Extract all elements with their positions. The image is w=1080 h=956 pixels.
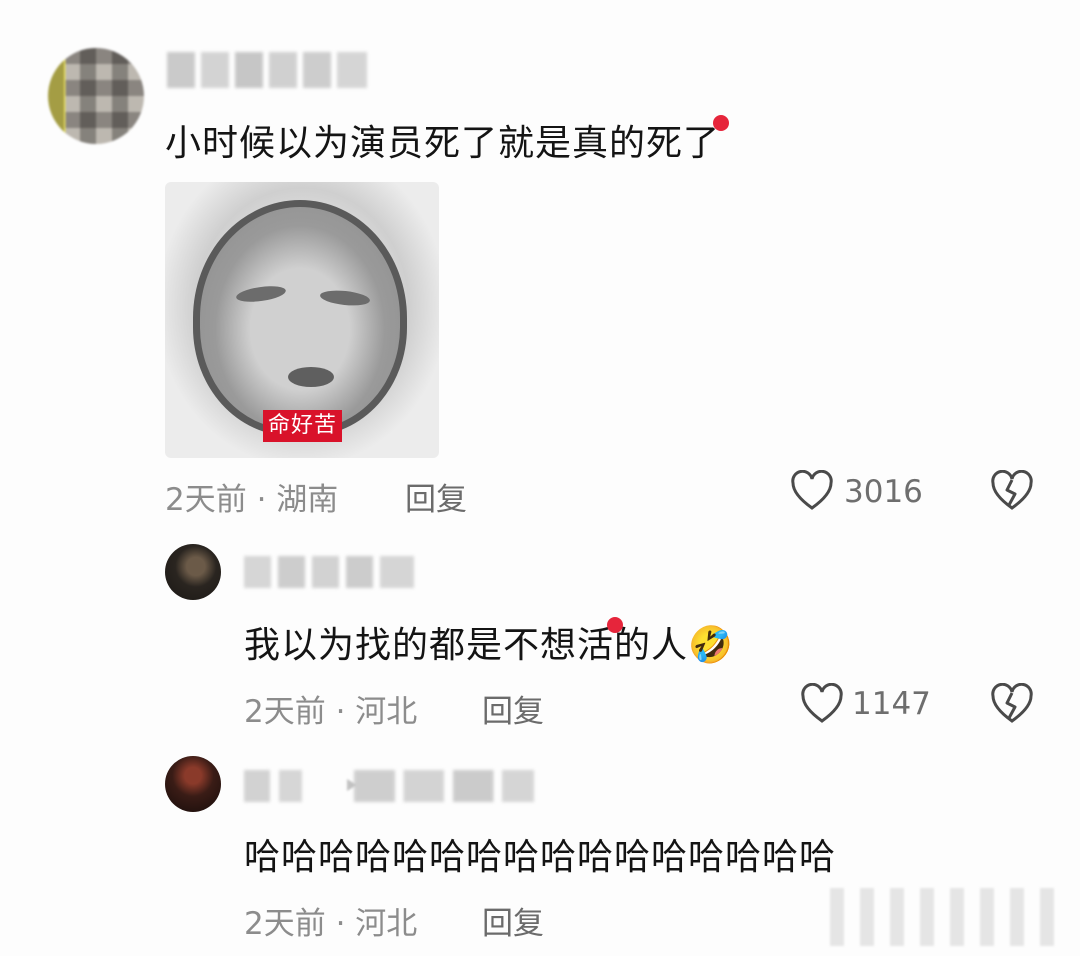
comment-text: 哈哈哈哈哈哈哈哈哈哈哈哈哈哈哈哈 bbox=[244, 837, 837, 878]
reply-button[interactable]: 回复 bbox=[482, 686, 544, 731]
avatar[interactable] bbox=[165, 756, 221, 812]
red-dot-marker bbox=[713, 115, 729, 131]
like-count: 1147 bbox=[852, 686, 931, 722]
heart-outline-icon[interactable] bbox=[790, 470, 834, 512]
rofl-emoji: 🤣 bbox=[688, 625, 734, 666]
like-count: 3016 bbox=[844, 474, 923, 510]
username-blurred[interactable] bbox=[244, 556, 414, 588]
heart-outline-icon[interactable] bbox=[800, 683, 844, 725]
red-dot-marker bbox=[607, 617, 623, 633]
broken-heart-icon[interactable] bbox=[990, 683, 1034, 725]
comment-text: 小时候以为演员死了就是真的死了 bbox=[165, 123, 721, 164]
comment-meta: 2天前 · 湖南 bbox=[165, 482, 339, 518]
reply-button[interactable]: 回复 bbox=[405, 474, 467, 519]
comment-text: 我以为找的都是不想活的人🤣 bbox=[244, 625, 734, 666]
comment-meta: 2天前 · 河北 bbox=[244, 694, 418, 730]
avatar[interactable] bbox=[48, 48, 144, 144]
reply-button[interactable]: 回复 bbox=[482, 898, 544, 943]
avatar[interactable] bbox=[165, 544, 221, 600]
username-blurred[interactable] bbox=[167, 52, 367, 88]
broken-heart-icon[interactable] bbox=[990, 470, 1034, 512]
reply-arrow-icon bbox=[347, 779, 357, 791]
sticker-caption: 命好苦 bbox=[263, 410, 343, 442]
username-blurred[interactable] bbox=[244, 770, 534, 802]
sticker-image[interactable]: 命好苦 bbox=[165, 182, 439, 458]
comment-meta: 2天前 · 河北 bbox=[244, 906, 418, 942]
face-illustration bbox=[193, 200, 407, 436]
watermark bbox=[830, 888, 1070, 946]
